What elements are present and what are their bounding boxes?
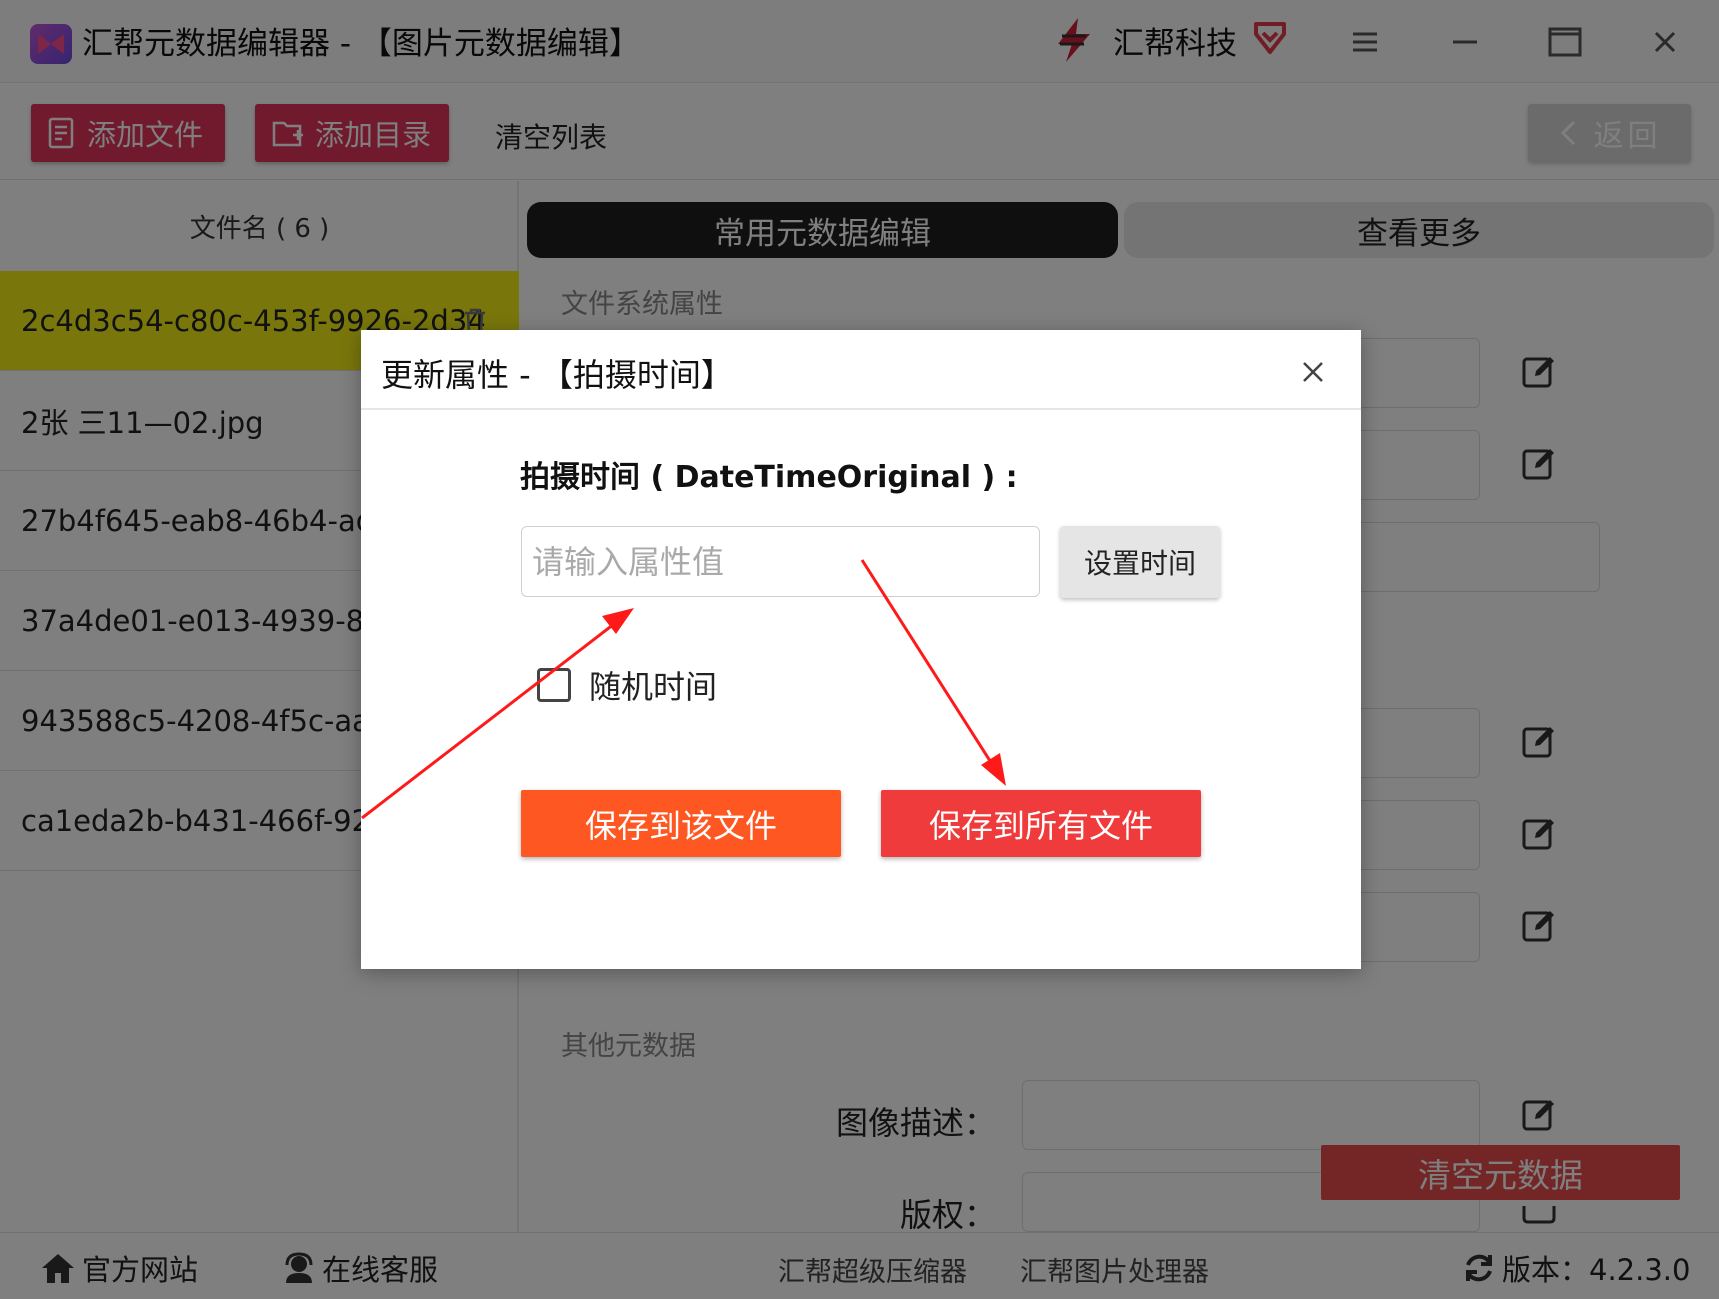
random-time-label: 随机时间 [589,668,718,706]
property-value-input[interactable] [521,526,1040,597]
dialog-close-button[interactable] [1291,350,1335,394]
random-time-checkbox[interactable] [537,668,571,702]
close-icon [1303,362,1323,382]
save-to-this-file-button[interactable]: 保存到该文件 [521,790,841,857]
dialog-title: 更新属性 - 【拍摄时间】 [381,356,733,394]
update-property-dialog: 更新属性 - 【拍摄时间】 拍摄时间 ( DateTimeOriginal ) … [361,330,1361,969]
dialog-divider [361,408,1361,410]
datetime-original-label: 拍摄时间 ( DateTimeOriginal ) : [520,460,1018,495]
set-time-button[interactable]: 设置时间 [1060,526,1220,598]
save-to-all-files-button[interactable]: 保存到所有文件 [881,790,1201,857]
